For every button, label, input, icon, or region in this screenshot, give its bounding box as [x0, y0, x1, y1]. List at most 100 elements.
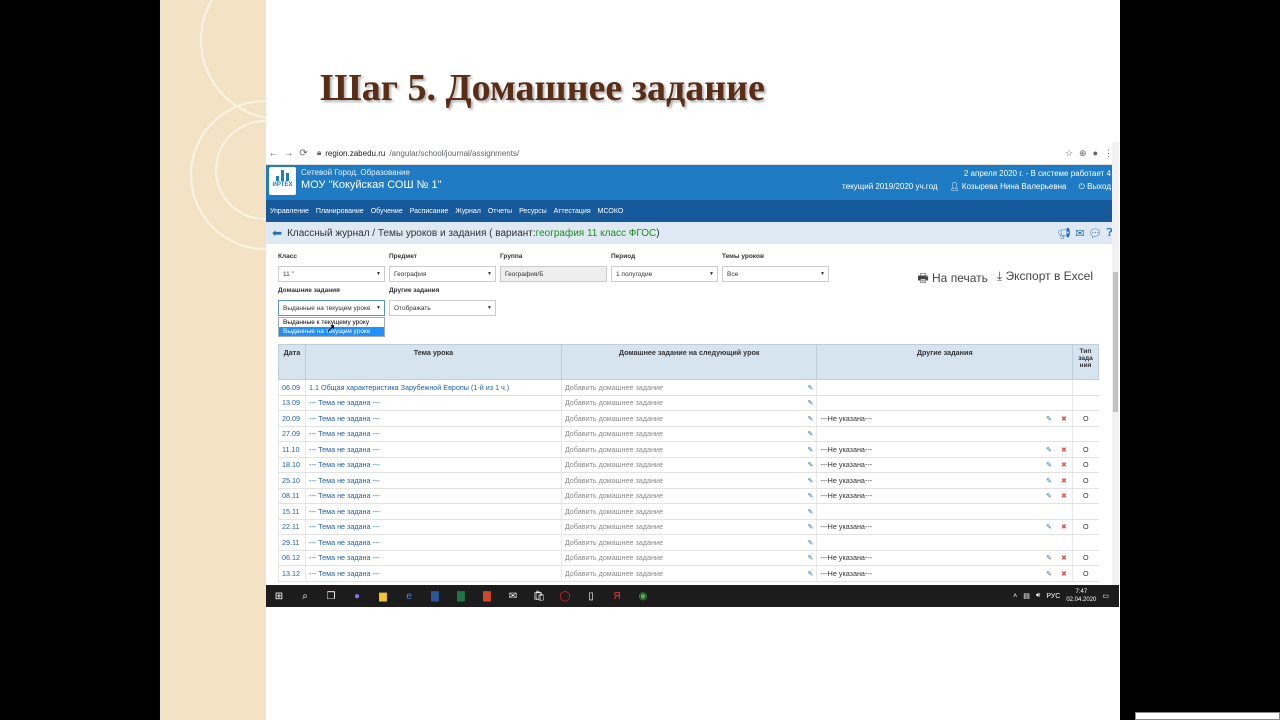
homework-cell[interactable]: Добавить домашнее задание ✎	[560, 395, 817, 411]
homework-cell[interactable]: Добавить домашнее задание ✎	[560, 410, 817, 427]
lesson-date[interactable]: 13.12	[278, 565, 306, 582]
lesson-topic[interactable]: --- Тема не задана ---	[304, 395, 562, 411]
delete-icon[interactable]: ✖	[1061, 553, 1067, 562]
edit-pencil-icon[interactable]: ✎	[807, 414, 813, 423]
edit-pencil-icon[interactable]: ✎	[1046, 553, 1052, 562]
edit-pencil-icon[interactable]: ✎	[1046, 414, 1052, 423]
period-select[interactable]: 1 полугодие ▼	[611, 266, 718, 282]
mail-app-icon[interactable]: ✉	[500, 591, 526, 602]
edit-pencil-icon[interactable]: ✎	[807, 507, 813, 516]
edit-pencil-icon[interactable]: ✎	[1046, 460, 1052, 469]
homework-cell[interactable]: Добавить домашнее задание ✎	[560, 379, 817, 396]
lesson-date[interactable]: 18.10	[278, 457, 306, 473]
chat-icon[interactable]: 💬︎	[1088, 227, 1102, 240]
delete-icon[interactable]: ✖	[1061, 476, 1067, 485]
edit-pencil-icon[interactable]: ✎	[1046, 569, 1052, 578]
lesson-date[interactable]: 20.09	[278, 410, 306, 427]
lesson-topic[interactable]: --- Тема не задана ---	[304, 488, 562, 504]
edge-icon[interactable]: e	[396, 591, 422, 602]
lesson-topic[interactable]: --- Тема не задана ---	[304, 441, 562, 458]
lesson-date[interactable]: 13.09	[278, 395, 306, 411]
menu-item[interactable]: Журнал	[455, 208, 481, 215]
star-icon[interactable]: ☆	[1065, 148, 1073, 159]
menu-item[interactable]: Управление	[270, 208, 309, 215]
tray-arrow-icon[interactable]: ˄	[1013, 593, 1017, 600]
lesson-date[interactable]: 11.10	[278, 441, 306, 458]
edit-pencil-icon[interactable]: ✎	[807, 553, 813, 562]
lesson-date[interactable]: 22.11	[278, 519, 306, 535]
store-icon[interactable]: 🛍︎	[526, 591, 552, 602]
menu-item[interactable]: Планирование	[316, 208, 364, 215]
homework-cell[interactable]: Добавить домашнее задание ✎	[560, 472, 817, 489]
zoom-icon[interactable]: ⊕	[1079, 148, 1087, 159]
clock[interactable]: 7:47 02.04.2020	[1066, 588, 1096, 604]
lesson-topic[interactable]: --- Тема не задана ---	[304, 410, 562, 427]
lesson-topic[interactable]: --- Тема не задана ---	[304, 457, 562, 473]
homework-cell[interactable]: Добавить домашнее задание ✎	[560, 550, 817, 566]
school-year[interactable]: текущий 2019/2020 уч.год	[842, 182, 937, 192]
edit-pencil-icon[interactable]: ✎	[807, 491, 813, 500]
delete-icon[interactable]: ✖	[1061, 445, 1067, 454]
delete-icon[interactable]: ✖	[1061, 569, 1067, 578]
user-name[interactable]: 👤︎ Козырева Нина Валерьевна	[950, 182, 1067, 192]
edit-pencil-icon[interactable]: ✎	[807, 538, 813, 547]
edit-pencil-icon[interactable]: ✎	[807, 445, 813, 454]
file-icon[interactable]: ▯	[578, 591, 604, 602]
reload-icon[interactable]: ⟳	[296, 148, 311, 159]
lesson-date[interactable]: 06.09	[278, 379, 306, 396]
task-view-icon[interactable]: ❐	[318, 591, 344, 602]
lesson-topic[interactable]: --- Тема не задана ---	[304, 534, 562, 551]
topics-select[interactable]: Все ▼	[722, 266, 829, 282]
lesson-date[interactable]: 08.11	[278, 488, 306, 504]
mail-icon[interactable]: ✉	[1075, 227, 1084, 240]
language-indicator[interactable]: РУС	[1046, 593, 1060, 600]
menu-item[interactable]: Аттестация	[554, 208, 591, 215]
word-icon[interactable]: ▇	[422, 591, 448, 602]
lesson-topic[interactable]: 1.1 Общая характеристика Зарубежной Евро…	[304, 379, 562, 396]
edit-pencil-icon[interactable]: ✎	[1046, 445, 1052, 454]
notifications-icon[interactable]: ▭	[1102, 592, 1109, 600]
homework-cell[interactable]: Добавить домашнее задание ✎	[560, 565, 817, 582]
edit-pencil-icon[interactable]: ✎	[1046, 522, 1052, 531]
volume-icon[interactable]: 🔊︎	[1036, 592, 1040, 600]
delete-icon[interactable]: ✖	[1061, 491, 1067, 500]
lesson-topic[interactable]: --- Тема не задана ---	[304, 426, 562, 442]
homework-cell[interactable]: Добавить домашнее задание ✎	[560, 441, 817, 458]
yandex-icon[interactable]: Я	[604, 591, 630, 602]
edit-pencil-icon[interactable]: ✎	[807, 460, 813, 469]
scrollbar[interactable]	[1112, 142, 1119, 607]
homework-cell[interactable]: Добавить домашнее задание ✎	[560, 519, 817, 535]
class-select[interactable]: 11 " ▼	[278, 266, 385, 282]
edit-pencil-icon[interactable]: ✎	[807, 383, 813, 392]
chrome-icon[interactable]: ◉	[630, 591, 656, 602]
edit-pencil-icon[interactable]: ✎	[1046, 476, 1052, 485]
forward-icon[interactable]: →	[281, 148, 296, 159]
excel-icon[interactable]: ▇	[448, 591, 474, 602]
menu-item[interactable]: Обучение	[371, 208, 403, 215]
profile-icon[interactable]: ●	[1093, 148, 1098, 159]
export-excel-button[interactable]: ⤓ Экспорт в Excel	[997, 269, 1093, 290]
explorer-icon[interactable]: ▆	[370, 591, 396, 602]
lesson-date[interactable]: 29.11	[278, 534, 306, 551]
lesson-topic[interactable]: --- Тема не задана ---	[304, 565, 562, 582]
menu-item[interactable]: МСОКО	[598, 208, 624, 215]
lesson-date[interactable]: 06.12	[278, 550, 306, 566]
edit-pencil-icon[interactable]: ✎	[807, 476, 813, 485]
homework-cell[interactable]: Добавить домашнее задание ✎	[560, 534, 817, 551]
homework-cell[interactable]: Добавить домашнее задание ✎	[560, 488, 817, 504]
edit-pencil-icon[interactable]: ✎	[807, 398, 813, 407]
homework-select[interactable]: Выданные на текущем уроке ▼	[278, 300, 385, 316]
edit-pencil-icon[interactable]: ✎	[807, 522, 813, 531]
announce-icon[interactable]: 📢︎	[1057, 227, 1071, 240]
scroll-thumb[interactable]	[1113, 272, 1118, 412]
menu-item[interactable]: Отчеты	[488, 208, 512, 215]
edit-pencil-icon[interactable]: ✎	[1046, 491, 1052, 500]
lesson-date[interactable]: 25.10	[278, 472, 306, 489]
alice-icon[interactable]: ●	[344, 591, 370, 602]
logout-button[interactable]: ⏻ Выход	[1079, 182, 1112, 192]
edit-pencil-icon[interactable]: ✎	[807, 569, 813, 578]
search-icon[interactable]: ⌕	[292, 591, 318, 602]
lesson-topic[interactable]: --- Тема не задана ---	[304, 503, 562, 520]
lesson-topic[interactable]: --- Тема не задана ---	[304, 519, 562, 535]
edit-pencil-icon[interactable]: ✎	[807, 429, 813, 438]
